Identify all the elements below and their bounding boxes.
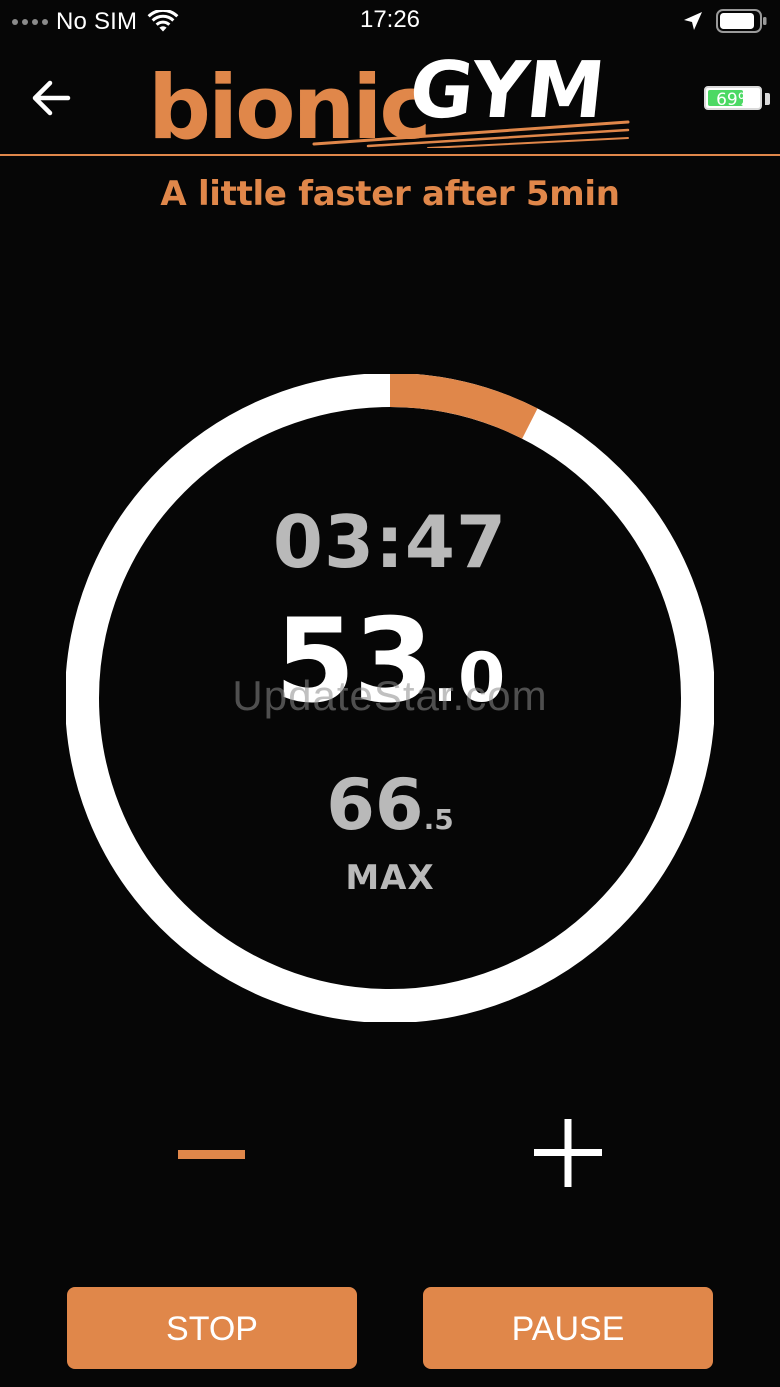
back-arrow-icon[interactable] [28,76,76,120]
battery-icon [716,9,767,33]
status-right [682,7,768,35]
minus-icon[interactable] [162,1110,262,1200]
elapsed-time: 03:47 [272,500,508,584]
current-value-decimal: .0 [432,639,506,718]
progress-ring-fill [389,374,538,439]
pause-button[interactable]: PAUSE [423,1287,713,1369]
location-arrow-icon [684,12,702,30]
current-value-whole: 53 [274,594,434,729]
instruction-text: A little faster after 5min [160,174,620,214]
battery-nub [765,93,770,105]
plus-icon[interactable] [520,1110,616,1200]
battery-percent-label: 69% [716,90,754,110]
logo-swoosh-icon [312,120,630,148]
status-bar: No SIM 17:26 [0,0,780,44]
status-time: 17:26 [359,6,421,33]
bionic-gym-logo: bionic GYM [148,46,634,152]
max-value: 66.5 [0,770,780,840]
battery-body: 69% [704,86,762,110]
stop-button[interactable]: STOP [67,1287,357,1369]
max-value-whole: 66 [326,764,424,846]
max-value-decimal: .5 [423,803,454,836]
device-battery-indicator: 69% [704,86,770,112]
current-value: 53.0 [0,604,780,720]
app-header: bionic GYM 69% [0,44,780,156]
max-label: MAX [345,858,435,898]
